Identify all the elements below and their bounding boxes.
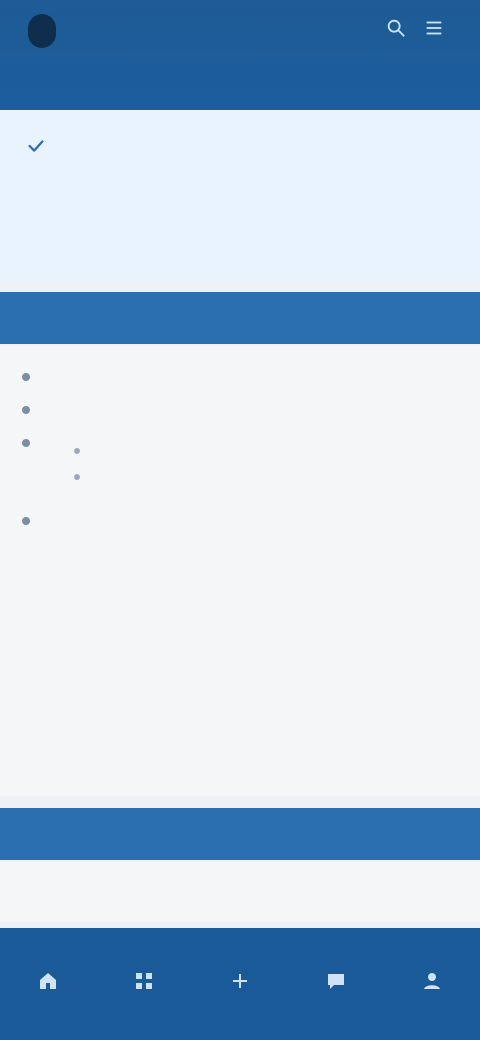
search-icon[interactable] xyxy=(384,16,408,40)
section-2-body xyxy=(0,862,480,922)
menu-icon[interactable] xyxy=(422,16,446,40)
section-header-1 xyxy=(0,292,480,344)
nav-item-3[interactable] xyxy=(205,969,275,999)
nav-item-2[interactable] xyxy=(109,969,179,999)
bullet-dot xyxy=(22,517,30,525)
header-actions xyxy=(384,16,446,40)
list-item xyxy=(22,510,456,525)
banner-content xyxy=(24,134,456,180)
grid-icon xyxy=(132,969,156,993)
bottom-navigation xyxy=(0,928,480,1040)
sub-bullet-dot xyxy=(74,474,80,480)
list-item xyxy=(22,432,456,492)
check-icon xyxy=(24,134,48,158)
chat-icon xyxy=(324,969,348,993)
app-root xyxy=(0,0,480,1040)
plus-icon xyxy=(228,969,252,993)
section-header-2 xyxy=(0,808,480,860)
section-1-content xyxy=(0,346,480,796)
home-icon xyxy=(36,969,60,993)
bullet-dot xyxy=(22,406,30,414)
list-item-text-wrapper xyxy=(40,432,456,492)
nav-item-5[interactable] xyxy=(397,969,467,999)
top-header xyxy=(0,0,480,110)
nav-item-home[interactable] xyxy=(13,969,83,999)
user-icon xyxy=(420,969,444,993)
bullet-dot xyxy=(22,373,30,381)
info-banner xyxy=(0,112,480,282)
sub-bullet-dot xyxy=(74,448,80,454)
bullet-dot xyxy=(22,439,30,447)
sub-list xyxy=(74,440,456,480)
app-title xyxy=(28,14,56,48)
banner-row xyxy=(24,134,456,158)
list-item xyxy=(22,399,456,414)
sub-list-item xyxy=(74,440,456,454)
sub-list-item xyxy=(74,466,456,480)
list-item xyxy=(22,366,456,381)
nav-item-4[interactable] xyxy=(301,969,371,999)
